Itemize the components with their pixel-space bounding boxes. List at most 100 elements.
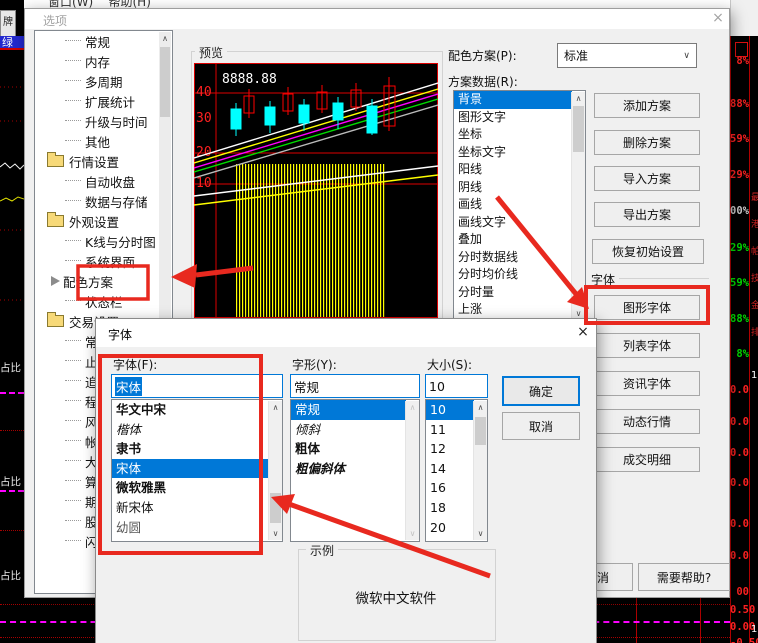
import-scheme-button[interactable]: 导入方案: [594, 166, 700, 191]
list-item-selected[interactable]: 常规: [291, 400, 406, 420]
add-scheme-button[interactable]: 添加方案: [594, 93, 700, 118]
list-item[interactable]: 粗体: [291, 439, 406, 459]
list-item[interactable]: 华文中宋: [112, 400, 269, 420]
size-list-scrollbar[interactable]: ∧ ∨: [473, 401, 487, 540]
delete-scheme-button[interactable]: 删除方案: [594, 130, 700, 155]
list-item[interactable]: 画线: [454, 196, 572, 214]
list-item[interactable]: 坐标: [454, 126, 572, 144]
list-item[interactable]: 14: [426, 459, 474, 479]
scrollbar-thumb[interactable]: [270, 493, 281, 523]
tree-item[interactable]: 数据与存储: [35, 191, 172, 211]
font-group-line: [619, 278, 709, 279]
list-item[interactable]: 倾斜: [291, 420, 406, 440]
list-item[interactable]: 楷体: [112, 420, 269, 440]
quote-value: 00: [736, 586, 749, 598]
scroll-down-icon[interactable]: ∨: [474, 527, 487, 540]
list-item[interactable]: 微软雅黑: [112, 478, 269, 498]
tree-item[interactable]: 自动收盘: [35, 171, 172, 191]
tree-guide-icon: [65, 360, 81, 362]
font-name-list[interactable]: 华文中宋 楷体 隶书 宋体 微软雅黑 新宋体 幼圆 ∧ ∨: [111, 399, 283, 542]
font-style-input[interactable]: 常规: [290, 374, 420, 398]
scroll-up-icon[interactable]: ∧: [406, 401, 419, 414]
close-icon[interactable]: ×: [573, 324, 593, 340]
list-item[interactable]: 阴线: [454, 179, 572, 197]
list-item-selected[interactable]: 背景: [454, 91, 572, 109]
scrollbar-thumb[interactable]: [160, 47, 170, 117]
quote-value: 0.50: [730, 604, 756, 616]
font-list-scrollbar[interactable]: ∧ ∨: [268, 401, 282, 540]
scrollbar-thumb[interactable]: [475, 417, 486, 445]
tree-item[interactable]: 常规: [35, 31, 172, 51]
quote-value: 0.0: [730, 416, 749, 428]
list-item[interactable]: 幼圆: [112, 518, 269, 538]
list-item[interactable]: 20: [426, 518, 474, 538]
list-item[interactable]: 叠加: [454, 231, 572, 249]
scroll-down-icon[interactable]: ∨: [406, 527, 419, 540]
list-item[interactable]: 新宋体: [112, 498, 269, 518]
list-item-selected[interactable]: 宋体: [112, 458, 269, 479]
info-font-button[interactable]: 资讯字体: [594, 371, 700, 396]
scheme-list-scrollbar[interactable]: ∧ ∨: [571, 92, 585, 320]
tick-font-button[interactable]: 成交明细: [594, 447, 700, 472]
scroll-up-icon[interactable]: ∧: [269, 401, 282, 414]
tree-item-label: 行情设置: [69, 154, 120, 170]
scrollbar-thumb[interactable]: [573, 106, 584, 152]
tree-item[interactable]: 多周期: [35, 71, 172, 91]
side-tab[interactable]: 牌: [0, 10, 16, 38]
list-item-selected[interactable]: 10: [426, 400, 474, 420]
tree-item-selected[interactable]: 配色方案: [35, 271, 172, 291]
restore-defaults-button[interactable]: 恢复初始设置: [592, 239, 704, 264]
tree-item[interactable]: 升级与时间: [35, 111, 172, 131]
list-item[interactable]: 坐标文字: [454, 144, 572, 162]
help-button[interactable]: 需要帮助?: [638, 563, 730, 591]
list-item[interactable]: 上涨: [454, 301, 572, 319]
font-titlebar[interactable]: [96, 319, 596, 347]
font-style-value: 常规: [294, 379, 320, 395]
sample-text: 微软中文软件: [355, 591, 437, 607]
list-item[interactable]: 12: [426, 439, 474, 459]
quote-font-button[interactable]: 动态行情: [594, 409, 700, 434]
list-item[interactable]: 11: [426, 420, 474, 440]
scroll-up-icon[interactable]: ∧: [159, 32, 171, 46]
selected-market-tab[interactable]: 绿: [0, 36, 24, 50]
scheme-dropdown[interactable]: 标准 ∨: [557, 43, 697, 68]
close-icon[interactable]: ×: [709, 10, 727, 26]
list-font-button[interactable]: 列表字体: [594, 333, 700, 358]
list-item[interactable]: 画线文字: [454, 214, 572, 232]
tree-item-folder[interactable]: 行情设置: [35, 151, 172, 171]
list-item[interactable]: 图形文字: [454, 109, 572, 127]
tree-item[interactable]: 状态栏: [35, 291, 172, 311]
scheme-data-list[interactable]: 背景 图形文字 坐标 坐标文字 阳线 阴线 画线 画线文字 叠加 分时数据线 分…: [453, 90, 586, 322]
tree-item[interactable]: 扩展统计: [35, 91, 172, 111]
tree-item[interactable]: K线与分时图: [35, 231, 172, 251]
cancel-button[interactable]: 取消: [502, 412, 580, 440]
style-list-scrollbar[interactable]: ∧ ∨: [405, 401, 419, 540]
ok-button[interactable]: 确定: [502, 376, 580, 406]
list-item[interactable]: 隶书: [112, 439, 269, 459]
list-item[interactable]: 分时均价线: [454, 266, 572, 284]
graph-font-button[interactable]: 图形字体: [594, 295, 700, 320]
tree-guide-icon: [65, 440, 81, 442]
list-item[interactable]: 18: [426, 498, 474, 518]
scroll-down-icon[interactable]: ∨: [269, 527, 282, 540]
list-item[interactable]: 分时数据线: [454, 249, 572, 267]
ratio-label: 占比: [0, 362, 21, 374]
tree-item-folder[interactable]: 外观设置: [35, 211, 172, 231]
list-item[interactable]: 粗偏斜体: [291, 459, 406, 479]
tree-item[interactable]: 其他: [35, 131, 172, 151]
scroll-up-icon[interactable]: ∧: [572, 92, 585, 105]
options-titlebar[interactable]: [25, 9, 729, 29]
list-item[interactable]: 分时量: [454, 284, 572, 302]
scroll-up-icon[interactable]: ∧: [474, 401, 487, 414]
tree-item[interactable]: 系统界面: [35, 251, 172, 271]
font-name-input[interactable]: 宋体: [111, 374, 283, 398]
tree-item[interactable]: 内存: [35, 51, 172, 71]
font-name-label: 字体(F):: [113, 358, 158, 372]
list-item[interactable]: 16: [426, 478, 474, 498]
list-item[interactable]: 阳线: [454, 161, 572, 179]
font-size-list[interactable]: 10 11 12 14 16 18 20 ∧ ∨: [425, 399, 488, 542]
export-scheme-button[interactable]: 导出方案: [594, 202, 700, 227]
tree-guide-icon: [65, 240, 81, 242]
font-size-input[interactable]: 10: [425, 374, 488, 398]
font-style-list[interactable]: 常规 倾斜 粗体 粗偏斜体 ∧ ∨: [290, 399, 420, 542]
